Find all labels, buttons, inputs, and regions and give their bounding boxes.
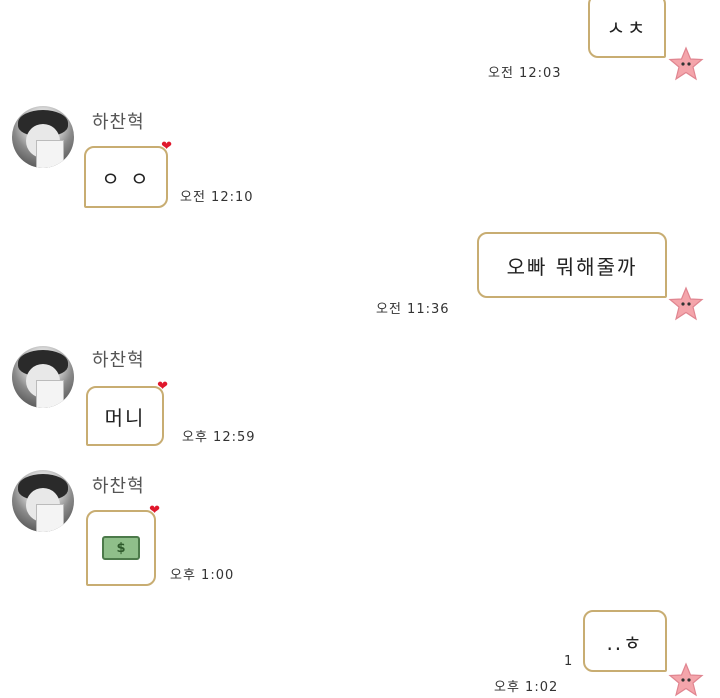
- money-symbol: $: [116, 540, 126, 556]
- sent-message-bubble[interactable]: ..ㅎ: [583, 610, 667, 672]
- avatar-paper: [36, 504, 64, 532]
- heart-icon: ❤: [161, 139, 174, 154]
- message-time: 오후 1:00: [170, 568, 235, 583]
- message-time: 오후 1:02: [494, 680, 559, 695]
- star-sticker-icon: [668, 662, 704, 697]
- sender-name: 하찬혁: [92, 476, 145, 497]
- money-bill-icon: $: [102, 536, 140, 560]
- unread-count: 1: [564, 654, 573, 669]
- star-sticker-icon: [668, 286, 704, 321]
- avatar-paper: [36, 140, 64, 168]
- received-message-bubble[interactable]: $ ❤: [86, 504, 160, 586]
- message-text: ㅅㅊ: [606, 15, 648, 40]
- contact-avatar[interactable]: [12, 106, 74, 168]
- message-text: ㅇ ㅇ: [101, 166, 151, 191]
- sender-name: 하찬혁: [92, 350, 145, 371]
- contact-avatar[interactable]: [12, 346, 74, 408]
- message-time: 오전 12:10: [180, 190, 254, 205]
- star-sticker-icon: [668, 46, 704, 81]
- message-text: ..ㅎ: [606, 630, 644, 655]
- contact-avatar[interactable]: [12, 470, 74, 532]
- message-text: 오빠 뭐해줄까: [506, 254, 638, 279]
- heart-icon: ❤: [149, 503, 162, 518]
- received-message-bubble[interactable]: 머니 ❤: [86, 380, 168, 446]
- message-time: 오전 12:03: [488, 66, 562, 81]
- message-time: 오후 12:59: [182, 430, 256, 445]
- message-time: 오전 11:36: [376, 302, 450, 317]
- avatar-paper: [36, 380, 64, 408]
- message-text: 머니: [104, 405, 146, 430]
- sent-message-bubble[interactable]: ㅅㅊ: [588, 0, 666, 58]
- sender-name: 하찬혁: [92, 112, 145, 133]
- sent-message-bubble[interactable]: 오빠 뭐해줄까: [477, 232, 667, 298]
- received-message-bubble[interactable]: ㅇ ㅇ ❤: [84, 140, 172, 208]
- heart-icon: ❤: [157, 379, 170, 394]
